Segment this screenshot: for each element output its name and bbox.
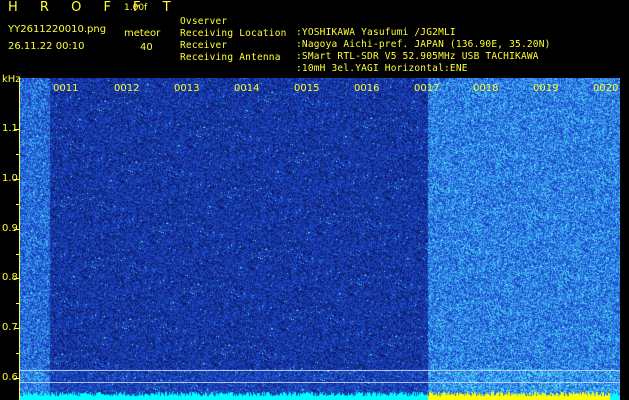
info-key: Receiving Location <box>180 28 287 39</box>
info-value: :YOSHIKAWA Yasufumi /JG2MLI <box>296 27 456 38</box>
timestamp-label: 26.11.22 00:10 <box>8 41 85 52</box>
time-tick-label: 0020 <box>593 83 619 94</box>
time-tick-label: 0012 <box>114 83 140 94</box>
meteor-label: meteor <box>124 28 161 39</box>
reference-line <box>20 370 620 371</box>
version-label: 1.00f <box>124 3 148 13</box>
info-value: :SMart RTL-SDR V5 52.905MHz USB TACHIKAW… <box>296 51 539 62</box>
filename-label: YY2611220010.png <box>8 24 107 35</box>
axis-unit-label: kHz <box>2 74 21 85</box>
time-tick-label: 0018 <box>473 83 499 94</box>
reference-line <box>20 382 620 383</box>
info-key: Receiving Antenna <box>180 52 281 63</box>
info-value: :Nagoya Aichi-pref. JAPAN (136.90E, 35.2… <box>296 39 551 50</box>
time-tick-label: 0011 <box>53 83 79 94</box>
time-tick-label: 0014 <box>234 83 260 94</box>
app-logo: H R O F F T <box>8 0 180 15</box>
time-tick-label: 0016 <box>354 83 380 94</box>
time-tick-label: 0013 <box>174 83 200 94</box>
info-antenna: Receiving Antenna :10mH 3el.YAGI Horizon… <box>180 41 467 74</box>
time-tick-label: 0015 <box>294 83 320 94</box>
spectrogram: 0011 0012 0013 0014 0015 0016 0017 0018 … <box>20 78 620 400</box>
info-value: :10mH 3el.YAGI Horizontal:ENE <box>296 63 468 74</box>
time-tick-label: 0017 <box>414 83 440 94</box>
spectrogram-canvas <box>20 78 620 400</box>
time-tick-label: 0019 <box>533 83 559 94</box>
meteor-count: 40 <box>140 42 153 53</box>
